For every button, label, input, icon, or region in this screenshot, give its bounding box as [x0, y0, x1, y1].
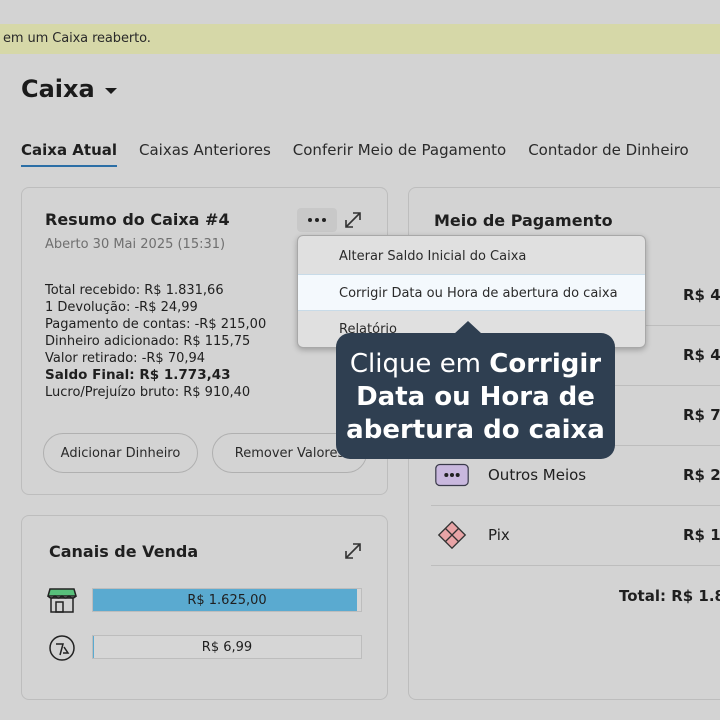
expand-icon[interactable]: [344, 211, 362, 229]
pix-icon: [437, 520, 467, 550]
dot-icon: [315, 218, 319, 222]
tooltip-line: Clique em Corrigir: [336, 348, 615, 381]
dot-icon: [322, 218, 326, 222]
summary-line: 1 Devolução: -R$ 24,99: [45, 300, 198, 315]
menu-item-corrigir-data[interactable]: Corrigir Data ou Hora de abertura do cai…: [298, 274, 645, 311]
channel-bar-label: R$ 6,99: [201, 639, 253, 655]
payment-title: Meio de Pagamento: [434, 211, 613, 230]
tab-conferir-meio-pagamento[interactable]: Conferir Meio de Pagamento: [293, 141, 506, 167]
tooltip-line2: Data ou Hora de: [356, 382, 595, 412]
more-options-button[interactable]: [297, 208, 337, 232]
add-money-button[interactable]: Adicionar Dinheiro: [43, 433, 198, 473]
summary-lines: Total recebido: R$ 1.831,66 1 Devolução:…: [45, 282, 266, 401]
tabs: Caixa Atual Caixas Anteriores Conferir M…: [21, 141, 711, 167]
payment-row: Pix R$ 107: [431, 506, 720, 566]
tab-contador-dinheiro[interactable]: Contador de Dinheiro: [528, 141, 689, 167]
tooltip-line3: abertura do caixa: [346, 415, 605, 445]
tooltip-line: abertura do caixa: [336, 414, 615, 447]
tab-caixa-atual[interactable]: Caixa Atual: [21, 141, 118, 167]
tooltip-line1: Clique em Corrigir: [349, 349, 602, 379]
delivery-icon: [49, 635, 75, 661]
caret-down-icon[interactable]: [104, 87, 117, 94]
summary-line: Lucro/Prejuízo bruto: R$ 910,40: [45, 385, 251, 400]
payment-value: R$ 24: [683, 466, 720, 484]
payment-name: Outros Meios: [488, 466, 587, 484]
summary-final-balance: Saldo Final: R$ 1.773,43: [45, 367, 231, 383]
menu-item-alterar-saldo[interactable]: Alterar Saldo Inicial do Caixa: [298, 238, 645, 275]
tab-caixas-anteriores[interactable]: Caixas Anteriores: [139, 141, 271, 167]
summary-line: Total recebido: R$ 1.831,66: [45, 283, 224, 298]
channel-bar: R$ 1.625,00: [92, 588, 362, 612]
payment-value: R$ 40: [683, 286, 720, 304]
store-icon: [47, 588, 77, 613]
summary-title: Resumo do Caixa #4: [45, 210, 230, 229]
summary-line: Valor retirado: -R$ 70,94: [45, 351, 206, 366]
summary-opened-date: Aberto 30 Mai 2025 (15:31): [45, 237, 226, 252]
channel-bar-label: R$ 1.625,00: [187, 592, 267, 608]
page-title[interactable]: Caixa: [21, 75, 117, 103]
dot-icon: [308, 218, 312, 222]
summary-line: Dinheiro adicionado: R$ 115,75: [45, 334, 251, 349]
channels-title: Canais de Venda: [49, 542, 199, 561]
payment-total: Total: R$ 1.829: [619, 587, 720, 605]
channel-bar: R$ 6,99: [92, 635, 362, 659]
info-banner: em um Caixa reaberto.: [0, 24, 720, 54]
expand-icon[interactable]: [344, 542, 362, 560]
sales-channels-card: Canais de Venda R$ 1.625,00 R$ 6,99: [21, 515, 388, 700]
payment-name: Pix: [488, 526, 510, 544]
summary-line: Pagamento de contas: -R$ 215,00: [45, 317, 267, 332]
payment-value: R$ 796: [683, 406, 720, 424]
payment-value: R$ 49: [683, 346, 720, 364]
banner-text: em um Caixa reaberto.: [3, 31, 151, 46]
more-options-icon: [435, 463, 469, 487]
tutorial-tooltip: Clique em Corrigir Data ou Hora de abert…: [336, 333, 615, 459]
tooltip-line: Data ou Hora de: [336, 381, 615, 414]
payment-value: R$ 107: [683, 526, 720, 544]
